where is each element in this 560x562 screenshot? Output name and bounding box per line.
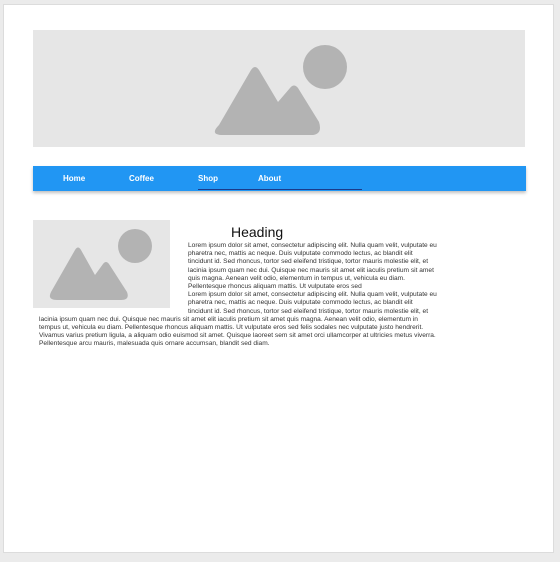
nav-bar: Home Coffee Shop About xyxy=(33,166,526,191)
page: Home Coffee Shop About Heading Lorem ips… xyxy=(3,4,554,553)
nav-item-home[interactable]: Home xyxy=(63,166,85,191)
nav-item-coffee[interactable]: Coffee xyxy=(129,166,154,191)
nav-active-indicator xyxy=(198,189,362,190)
hero-image xyxy=(33,30,525,147)
content-section: Heading Lorem ipsum dolor sit amet, cons… xyxy=(33,220,437,349)
thumbnail-image xyxy=(33,220,170,308)
image-placeholder-icon xyxy=(49,229,152,300)
image-placeholder-icon xyxy=(214,45,347,135)
nav-item-about[interactable]: About xyxy=(258,166,281,191)
nav-item-shop[interactable]: Shop xyxy=(198,166,218,191)
